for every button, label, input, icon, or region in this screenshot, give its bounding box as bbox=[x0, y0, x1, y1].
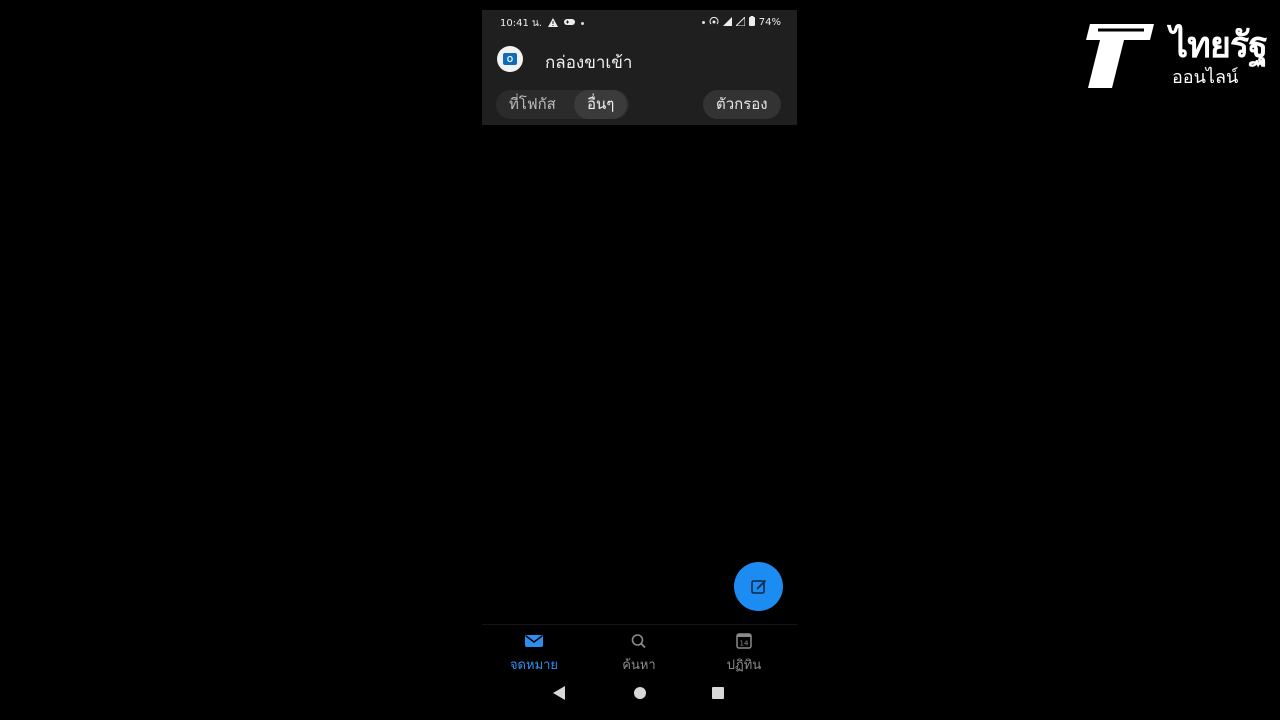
battery-percent: 74% bbox=[758, 17, 781, 28]
tab-focused[interactable]: ที่โฟกัส bbox=[496, 90, 569, 119]
thairath-watermark: ไทยรัฐ ออนไลน์ bbox=[1084, 22, 1268, 92]
home-icon[interactable] bbox=[634, 687, 646, 699]
status-bar: 10:41 น. 74% bbox=[482, 10, 797, 34]
nav-calendar[interactable]: 14 ปฏิทิน bbox=[704, 633, 784, 675]
notification-dot-icon bbox=[581, 22, 585, 25]
compose-icon bbox=[750, 579, 766, 594]
app-top-bar: 10:41 น. 74% O กล่องขาเข้า ที่โฟกัส อื่น… bbox=[482, 10, 797, 125]
account-avatar[interactable]: O bbox=[497, 46, 523, 72]
inbox-tabs: ที่โฟกัส อื่นๆ bbox=[496, 90, 629, 119]
status-time: 10:41 น. bbox=[500, 18, 543, 29]
signal-secondary-icon bbox=[734, 15, 746, 29]
tab-other[interactable]: อื่นๆ bbox=[574, 90, 628, 119]
outlook-icon: O bbox=[503, 53, 517, 65]
recents-icon[interactable] bbox=[712, 687, 724, 699]
compose-button[interactable] bbox=[734, 562, 783, 611]
brand-sub: ออนไลน์ bbox=[1172, 67, 1239, 88]
nav-search-label: ค้นหา bbox=[622, 658, 656, 673]
warning-icon bbox=[548, 17, 559, 30]
calendar-icon: 14 bbox=[736, 633, 752, 649]
back-icon[interactable] bbox=[553, 686, 565, 700]
hotspot-icon bbox=[709, 16, 719, 29]
dot-icon bbox=[701, 21, 705, 24]
inbox-header: O กล่องขาเข้า bbox=[482, 44, 797, 76]
calendar-day: 14 bbox=[740, 640, 749, 648]
thairath-logo-icon bbox=[1086, 24, 1154, 88]
nav-search[interactable]: ค้นหา bbox=[599, 633, 679, 675]
brand-name: ไทยรัฐ bbox=[1170, 25, 1268, 66]
phone-screen: 10:41 น. 74% O กล่องขาเข้า ที่โฟกัส อื่น… bbox=[482, 10, 797, 710]
battery-icon bbox=[748, 16, 755, 29]
page-title[interactable]: กล่องขาเข้า bbox=[545, 49, 632, 76]
filter-button[interactable]: ตัวกรอง bbox=[703, 90, 781, 119]
signal-icon bbox=[722, 16, 732, 29]
mail-icon bbox=[525, 635, 543, 647]
system-navigation bbox=[482, 680, 797, 710]
game-controller-icon bbox=[564, 18, 576, 29]
search-icon bbox=[631, 634, 646, 649]
nav-calendar-label: ปฏิทิน bbox=[726, 658, 762, 673]
nav-mail-label: จดหมาย bbox=[509, 658, 559, 673]
nav-mail[interactable]: จดหมาย bbox=[494, 633, 574, 675]
bottom-navigation: จดหมาย ค้นหา 14 ปฏิทิน bbox=[482, 624, 797, 681]
